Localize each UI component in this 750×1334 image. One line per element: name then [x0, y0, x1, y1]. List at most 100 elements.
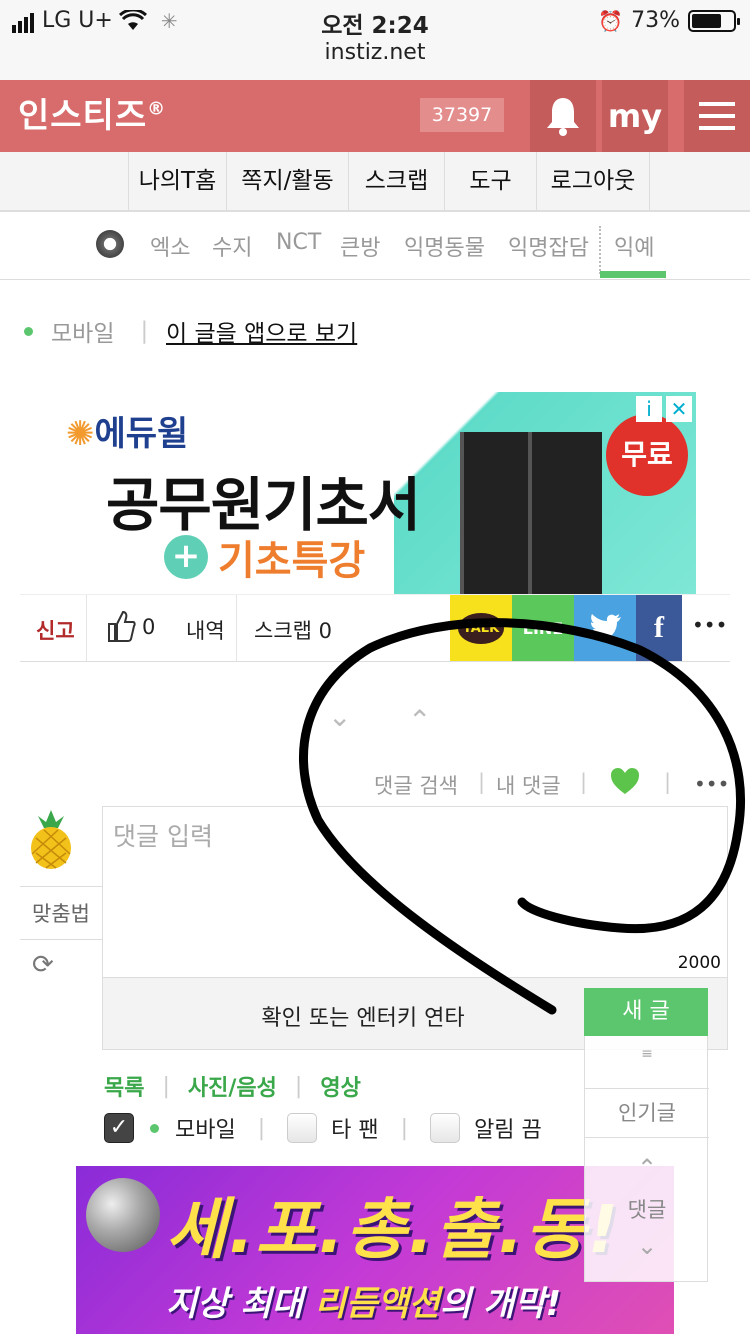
- ad-subtitle: + 기초특강: [164, 528, 365, 586]
- book-image: [460, 432, 534, 594]
- post-options: ✓ 모바일 | 타 팬 | 알림 끔: [104, 1112, 542, 1144]
- mobile-indicator: 모바일 |: [24, 314, 148, 348]
- my-button[interactable]: my: [598, 80, 668, 152]
- refresh-icon[interactable]: ⟳: [32, 950, 54, 980]
- menu-logout[interactable]: 로그아웃: [536, 152, 650, 210]
- url-bar[interactable]: instiz.net: [0, 40, 750, 65]
- divider: [86, 595, 87, 661]
- comments-button[interactable]: 댓글: [585, 1194, 709, 1224]
- heart-icon[interactable]: [610, 766, 640, 796]
- thumbs-up-icon[interactable]: [106, 609, 136, 643]
- spell-check-button[interactable]: 맞춤법: [20, 886, 102, 940]
- battery-percent: 73%: [631, 8, 680, 33]
- menu-my-home[interactable]: 나의T홈: [128, 152, 226, 210]
- battery-level: [692, 13, 722, 28]
- menu-tools[interactable]: 도구: [444, 152, 536, 210]
- book-image: [528, 432, 602, 594]
- mobile-label: 모바일: [51, 321, 115, 347]
- my-comments-button[interactable]: 내 댓글: [496, 770, 561, 800]
- separator: |: [580, 770, 588, 794]
- char-counter: 2000: [677, 953, 721, 973]
- separator: |: [140, 318, 149, 344]
- share-kakao-button[interactable]: TALK: [450, 595, 512, 661]
- ad-brand: ✺에듀윌: [66, 406, 188, 455]
- menu-button[interactable]: [680, 80, 750, 152]
- menu-messages[interactable]: 쪽지/활동: [226, 152, 348, 210]
- logo-text: 인스티즈: [18, 96, 148, 136]
- battery-icon: [688, 9, 740, 32]
- board-anon-animal[interactable]: 익명동물: [404, 230, 485, 262]
- ad-brand-text: 에듀윌: [94, 414, 189, 454]
- more-options-button[interactable]: •••: [694, 772, 729, 796]
- comment-search-button[interactable]: 댓글 검색: [374, 770, 458, 800]
- sun-icon: ✺: [66, 414, 95, 454]
- notify-off-checkbox[interactable]: [430, 1113, 461, 1143]
- status-bar: LG U+ ✳ 오전 2:24 instiz.net ⏰ 73%: [0, 0, 750, 80]
- submit-hint: 확인 또는 엔터키 연타: [261, 1006, 465, 1031]
- chevron-up-icon[interactable]: ⌃: [408, 704, 431, 737]
- online-dot-icon: [24, 326, 33, 336]
- share-twitter-button[interactable]: [574, 595, 636, 661]
- tab-photo-voice[interactable]: 사진/음성: [188, 1070, 277, 1102]
- scrap-button[interactable]: 스크랩 0: [254, 615, 332, 645]
- notification-button[interactable]: [526, 80, 596, 152]
- share-facebook-button[interactable]: f: [636, 595, 682, 661]
- tab-video[interactable]: 영상: [320, 1070, 360, 1102]
- comment-input[interactable]: 댓글 입력 2000: [102, 806, 728, 978]
- other-fan-checkbox[interactable]: [287, 1113, 318, 1143]
- separator: |: [257, 1115, 266, 1141]
- board-nct[interactable]: NCT: [276, 230, 321, 255]
- nav-divider: [599, 226, 601, 274]
- site-header: 인스티즈® 37397 my: [0, 80, 750, 152]
- new-post-button[interactable]: 새 글: [584, 988, 708, 1036]
- ad-controls: i ✕: [636, 396, 692, 422]
- more-share-button[interactable]: •••: [692, 613, 727, 637]
- board-anon-chat[interactable]: 익명잡담: [508, 230, 589, 262]
- mobile-checkbox[interactable]: ✓: [104, 1113, 134, 1143]
- banner-subtitle-highlight: 리듬액션: [314, 1284, 440, 1324]
- tab-list[interactable]: 목록: [104, 1070, 144, 1102]
- logo-mark: ®: [147, 98, 167, 120]
- comment-placeholder: 댓글 입력: [113, 822, 213, 851]
- top-menu: 나의T홈 쪽지/활동 스크랩 도구 로그아웃: [0, 152, 750, 212]
- board-suzy[interactable]: 수지: [212, 230, 252, 262]
- divider: [236, 595, 237, 661]
- scroll-up-icon[interactable]: ⌃: [585, 1154, 709, 1182]
- menu-icon[interactable]: ≡: [585, 1046, 709, 1062]
- other-fan-label: 타 팬: [331, 1118, 379, 1143]
- disco-ball-image: [86, 1178, 160, 1252]
- pineapple-avatar[interactable]: [26, 808, 76, 870]
- board-exo[interactable]: 엑소: [150, 230, 190, 262]
- like-count: 0: [142, 615, 156, 639]
- kakao-icon: TALK: [457, 612, 505, 644]
- ad-banner-top[interactable]: ✺에듀윌 공무원기초서 + 기초특강 무료 i ✕: [54, 392, 696, 594]
- ad-free-badge: 무료: [606, 414, 688, 496]
- site-logo[interactable]: 인스티즈®: [18, 88, 166, 137]
- floating-side-panel: ≡ 인기글 ⌃ 댓글 ⌄: [584, 1036, 709, 1282]
- online-dot-icon: [150, 1123, 159, 1133]
- report-button[interactable]: 신고: [36, 615, 75, 645]
- board-anon-ent[interactable]: 익예: [614, 230, 654, 262]
- alarm-icon: ⏰: [598, 8, 624, 33]
- separator: |: [294, 1073, 303, 1099]
- ad-info-icon[interactable]: i: [636, 396, 662, 422]
- board-big-room[interactable]: 큰방: [340, 230, 380, 262]
- chevron-down-icon[interactable]: ⌄: [328, 700, 351, 733]
- line-icon: LINE: [522, 618, 564, 638]
- open-in-app-link[interactable]: 이 글을 앱으로 보기: [166, 314, 357, 348]
- banner-subtitle-pre: 지상 최대: [166, 1284, 315, 1324]
- notify-off-label: 알림 끔: [474, 1118, 542, 1143]
- ad-close-icon[interactable]: ✕: [666, 396, 692, 422]
- share-line-button[interactable]: LINE: [512, 595, 574, 661]
- menu-scrap[interactable]: 스크랩: [348, 152, 444, 210]
- history-button[interactable]: 내역: [186, 615, 225, 645]
- ad-subtitle-text: 기초특강: [218, 538, 366, 584]
- scroll-down-icon[interactable]: ⌄: [585, 1232, 709, 1260]
- separator: |: [664, 770, 672, 794]
- bell-icon: [547, 98, 579, 136]
- separator: |: [478, 770, 486, 794]
- separator: |: [162, 1073, 170, 1099]
- active-tab-indicator: [600, 271, 666, 278]
- gear-icon[interactable]: [96, 230, 124, 258]
- popular-posts-button[interactable]: 인기글: [585, 1088, 709, 1138]
